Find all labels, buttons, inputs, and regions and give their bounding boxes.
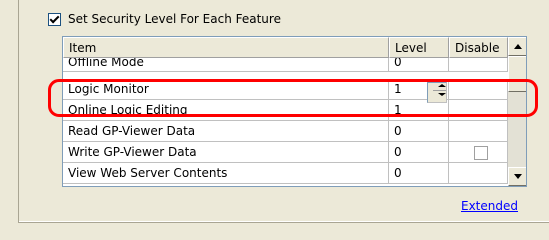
row-disable-cell (449, 79, 508, 100)
row-disable-cell (449, 58, 508, 72)
feature-security-table: Item Level Disable Offline Mode 0 Logic … (62, 36, 527, 187)
table-row[interactable]: View Web Server Contents 0 (63, 163, 508, 184)
row-item-cell: Online Logic Editing (63, 100, 389, 121)
row-item-cell: Write GP-Viewer Data (63, 142, 389, 163)
row-disable-cell (449, 163, 508, 184)
row-disable-cell (449, 142, 508, 163)
extended-link[interactable]: Extended (461, 199, 518, 213)
table-row[interactable]: Online Logic Editing 1 (63, 100, 508, 121)
security-checkbox-row[interactable]: Set Security Level For Each Feature (48, 11, 281, 27)
security-checkbox-label: Set Security Level For Each Feature (68, 12, 281, 26)
scroll-down-button[interactable] (508, 167, 526, 186)
table-row[interactable]: Read GP-Viewer Data 0 (63, 121, 508, 142)
row-level-cell: 0 (389, 58, 449, 72)
scroll-track[interactable] (508, 92, 526, 167)
arrow-up-icon (514, 44, 522, 49)
scroll-thumb[interactable] (508, 56, 526, 92)
row-item-cell: Read GP-Viewer Data (63, 121, 389, 142)
table-rows: Offline Mode 0 Logic Monitor 1 Online Lo… (63, 58, 508, 184)
table-row[interactable]: Write GP-Viewer Data 0 (63, 142, 508, 163)
row-level-cell: 1 (389, 100, 449, 121)
row-level-cell: 0 (389, 142, 449, 163)
row-item-cell: Logic Monitor (63, 79, 389, 100)
disable-checkbox[interactable] (474, 146, 488, 160)
security-checkbox[interactable] (48, 12, 61, 26)
table-header: Item Level Disable (63, 37, 508, 58)
arrow-down-icon (514, 174, 522, 179)
header-level[interactable]: Level (389, 37, 449, 58)
header-item[interactable]: Item (63, 37, 389, 58)
spin-down-icon[interactable] (433, 91, 446, 98)
scroll-up-button[interactable] (508, 37, 526, 56)
vertical-scrollbar[interactable] (508, 37, 526, 186)
row-level-cell: 0 (389, 121, 449, 142)
row-item-cell: View Web Server Contents (63, 163, 389, 184)
row-level-cell: 0 (389, 163, 449, 184)
table-row-selected[interactable]: Logic Monitor 1 (63, 79, 508, 103)
level-spinner[interactable] (427, 82, 447, 103)
header-disable[interactable]: Disable (449, 37, 508, 58)
spin-up-icon[interactable] (433, 83, 446, 91)
row-disable-cell (449, 100, 508, 121)
table-row[interactable]: Offline Mode 0 (63, 58, 508, 79)
row-item-cell: Offline Mode (63, 58, 389, 72)
row-disable-cell (449, 121, 508, 142)
